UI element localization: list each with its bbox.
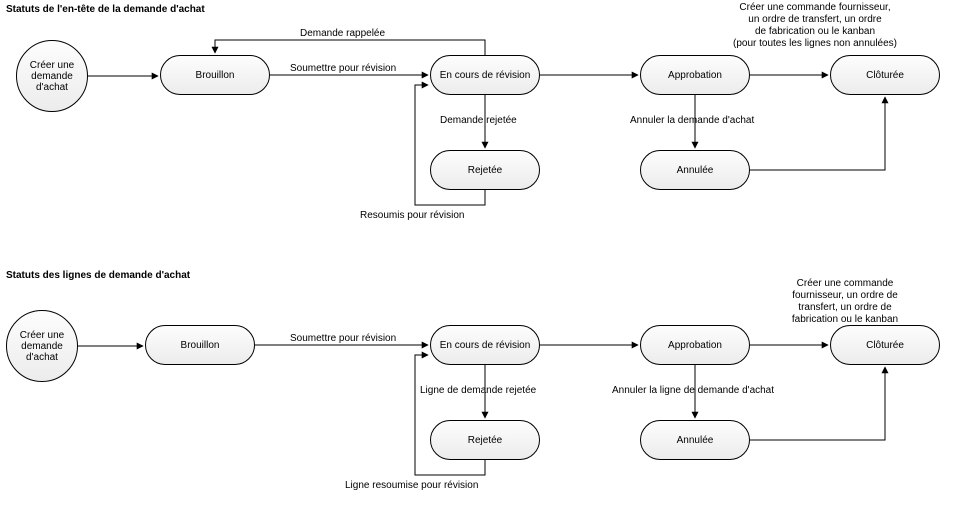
label-cancel-req: Annuler la demande d'achat [630, 115, 754, 127]
node-cancelled-2: Annulée [640, 420, 750, 460]
node-draft-2: Brouillon [145, 325, 255, 365]
label-submit-1: Soumettre pour révision [290, 63, 396, 75]
node-cancelled-1: Annulée [640, 150, 750, 190]
label-create-order-2: Créer une commande fournisseur, un ordre… [765, 278, 925, 326]
heading-header-status: Statuts de l'en-tête de la demande d'ach… [6, 4, 205, 15]
node-start-2: Créer une demande d'achat [6, 310, 78, 382]
node-closed-1: Clôturée [830, 55, 940, 95]
node-review-1: En cours de révision [430, 55, 540, 95]
node-start-1: Créer une demande d'achat [16, 40, 88, 112]
node-rejected-1: Rejetée [430, 150, 540, 190]
node-draft-1: Brouillon [160, 55, 270, 95]
label-cancel-line: Annuler la ligne de demande d'achat [612, 385, 774, 397]
label-rejected-req: Demande rejetée [440, 115, 517, 127]
node-rejected-2: Rejetée [430, 420, 540, 460]
node-approval-1: Approbation [640, 55, 750, 95]
heading-line-status: Statuts des lignes de demande d'achat [6, 270, 190, 281]
label-recalled: Demande rappelée [300, 28, 385, 40]
node-closed-2: Clôturée [830, 325, 940, 365]
node-approval-2: Approbation [640, 325, 750, 365]
label-resubmit-1: Resoumis pour révision [360, 210, 465, 222]
label-line-resubmit: Ligne resoumise pour révision [345, 480, 478, 492]
node-review-2: En cours de révision [430, 325, 540, 365]
label-create-order-1: Créer une commande fournisseur, un ordre… [700, 2, 930, 50]
label-line-rejected: Ligne de demande rejetée [420, 385, 536, 397]
label-submit-2: Soumettre pour révision [290, 333, 396, 345]
